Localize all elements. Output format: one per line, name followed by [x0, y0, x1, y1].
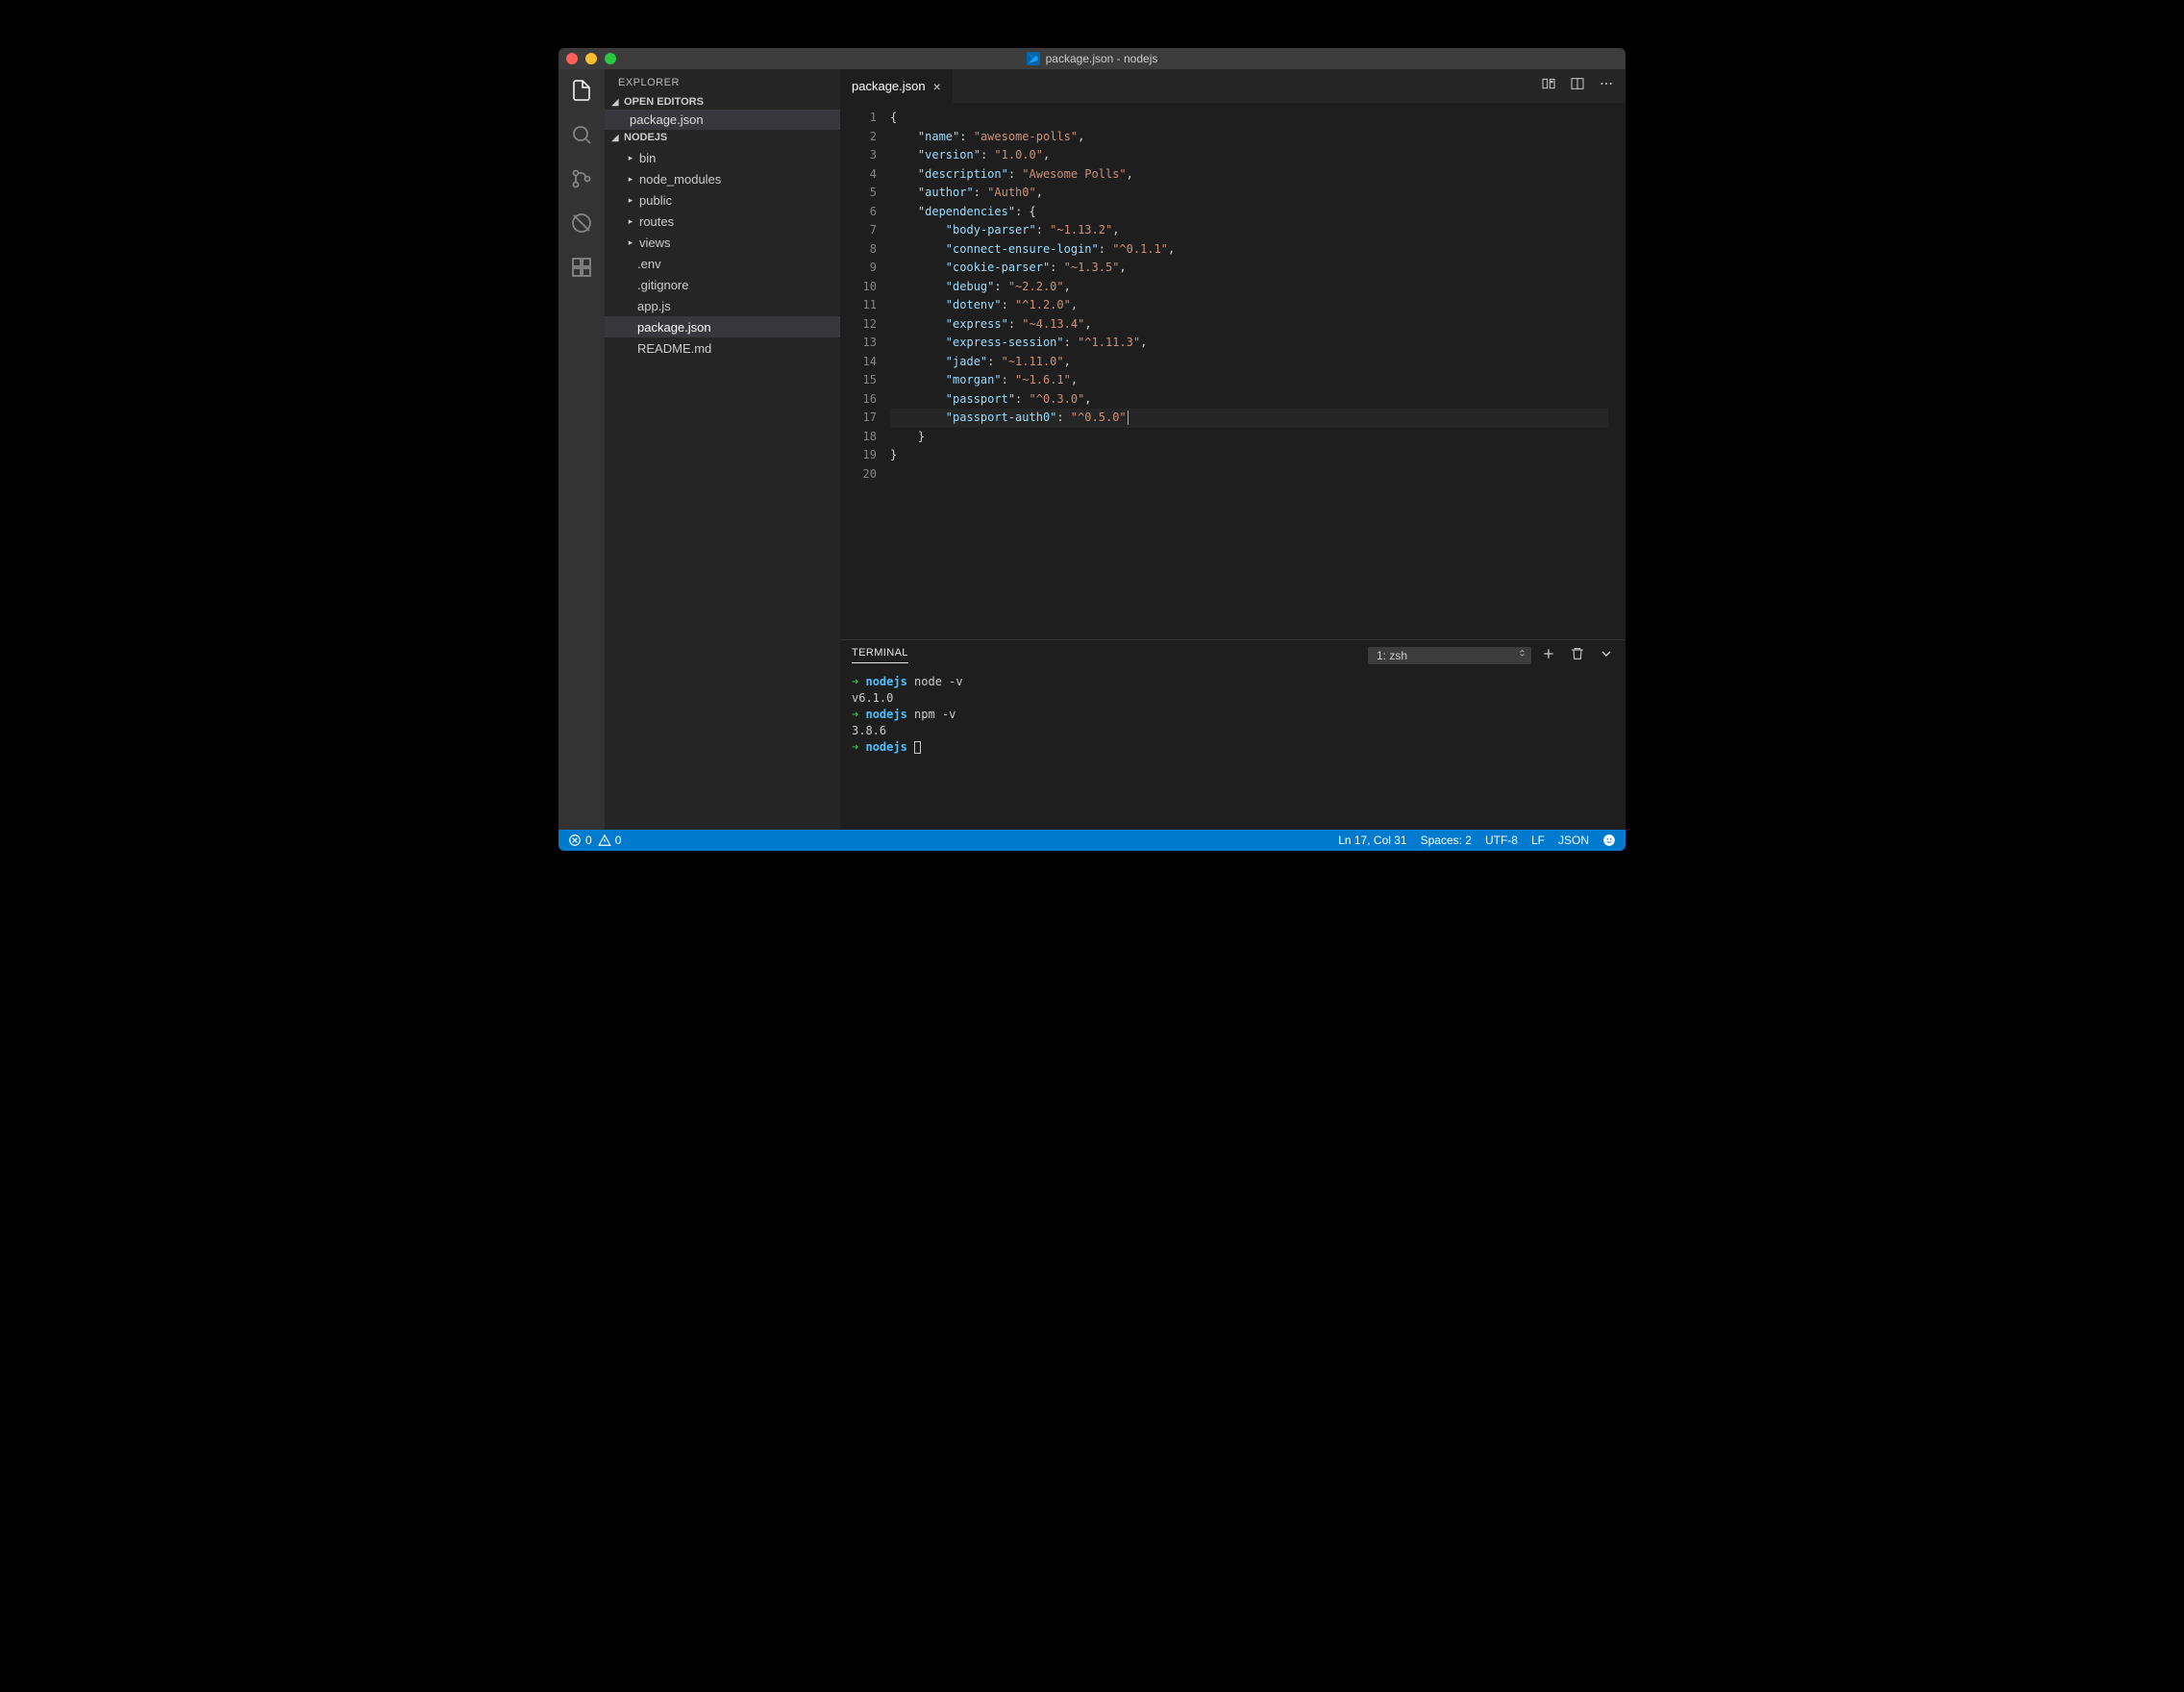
warnings-indicator[interactable]: 0 [598, 834, 622, 847]
window-title: package.json - nodejs [1046, 52, 1158, 65]
statusbar: 0 0 Ln 17, Col 31 Spaces: 2 UTF-8 LF JSO… [558, 830, 1626, 851]
debug-icon[interactable] [568, 210, 595, 236]
file-item[interactable]: .gitignore [605, 274, 840, 295]
errors-indicator[interactable]: 0 [568, 834, 592, 847]
sidebar-title: EXPLORER [605, 69, 840, 94]
file-item[interactable]: .env [605, 253, 840, 274]
explorer-icon[interactable] [568, 77, 595, 104]
file-item[interactable]: README.md [605, 337, 840, 359]
feedback-icon[interactable] [1602, 834, 1616, 847]
terminal-tab[interactable]: TERMINAL [852, 647, 908, 663]
app-window: package.json - nodejs EXPLORER [558, 48, 1626, 851]
explorer-sidebar: EXPLORER ◢ OPEN EDITORS package.json ◢ N… [605, 69, 840, 830]
project-header[interactable]: ◢ NODEJS [605, 130, 840, 145]
chevron-right-icon: ▸ [626, 216, 635, 227]
source-control-icon[interactable] [568, 165, 595, 192]
file-tree: ▸bin▸node_modules▸public▸routes▸views.en… [605, 145, 840, 361]
folder-item[interactable]: ▸bin [605, 147, 840, 168]
titlebar: package.json - nodejs [558, 48, 1626, 69]
terminal-selector[interactable]: 1: zsh [1368, 647, 1531, 664]
file-item[interactable]: package.json [605, 316, 840, 337]
open-editors-header[interactable]: ◢ OPEN EDITORS [605, 94, 840, 110]
chevron-down-icon: ◢ [610, 97, 620, 108]
open-editor-item[interactable]: package.json [605, 110, 840, 130]
folder-item[interactable]: ▸node_modules [605, 168, 840, 189]
editor-area: package.json × 1234567891011121314151617… [840, 69, 1626, 830]
file-item[interactable]: app.js [605, 295, 840, 316]
search-icon[interactable] [568, 121, 595, 148]
terminal-body[interactable]: ➜ nodejs node -vv6.1.0➜ nodejs npm -v3.8… [840, 668, 1626, 830]
vscode-icon [1027, 52, 1040, 65]
window-close-button[interactable] [566, 53, 578, 64]
code-content[interactable]: { "name": "awesome-polls", "version": "1… [890, 103, 1608, 639]
show-diff-icon[interactable] [1541, 76, 1556, 96]
terminal-panel: TERMINAL 1: zsh ➜ nodejs node -vv6.1.0➜ … [840, 639, 1626, 830]
split-editor-icon[interactable] [1570, 76, 1585, 96]
extensions-icon[interactable] [568, 254, 595, 281]
chevron-right-icon: ▸ [626, 195, 635, 206]
more-icon[interactable] [1599, 76, 1614, 96]
chevron-down-icon: ◢ [610, 133, 620, 143]
language-mode[interactable]: JSON [1558, 834, 1589, 847]
cursor-position[interactable]: Ln 17, Col 31 [1338, 834, 1406, 847]
collapse-panel-icon[interactable] [1599, 646, 1614, 664]
tabs-row: package.json × [840, 69, 1626, 103]
minimap[interactable] [1608, 103, 1626, 639]
chevron-right-icon: ▸ [626, 174, 635, 185]
new-terminal-icon[interactable] [1541, 646, 1556, 664]
window-minimize-button[interactable] [585, 53, 597, 64]
activity-bar [558, 69, 605, 830]
folder-item[interactable]: ▸routes [605, 211, 840, 232]
kill-terminal-icon[interactable] [1570, 646, 1585, 664]
chevron-right-icon: ▸ [626, 237, 635, 248]
folder-item[interactable]: ▸public [605, 189, 840, 211]
editor-tab[interactable]: package.json × [840, 69, 954, 103]
window-maximize-button[interactable] [605, 53, 616, 64]
editor-body[interactable]: 1234567891011121314151617181920 { "name"… [840, 103, 1626, 639]
indentation[interactable]: Spaces: 2 [1421, 834, 1472, 847]
line-gutter: 1234567891011121314151617181920 [840, 103, 890, 639]
chevron-right-icon: ▸ [626, 153, 635, 163]
close-icon[interactable]: × [933, 79, 941, 94]
eol[interactable]: LF [1531, 834, 1545, 847]
encoding[interactable]: UTF-8 [1485, 834, 1518, 847]
folder-item[interactable]: ▸views [605, 232, 840, 253]
